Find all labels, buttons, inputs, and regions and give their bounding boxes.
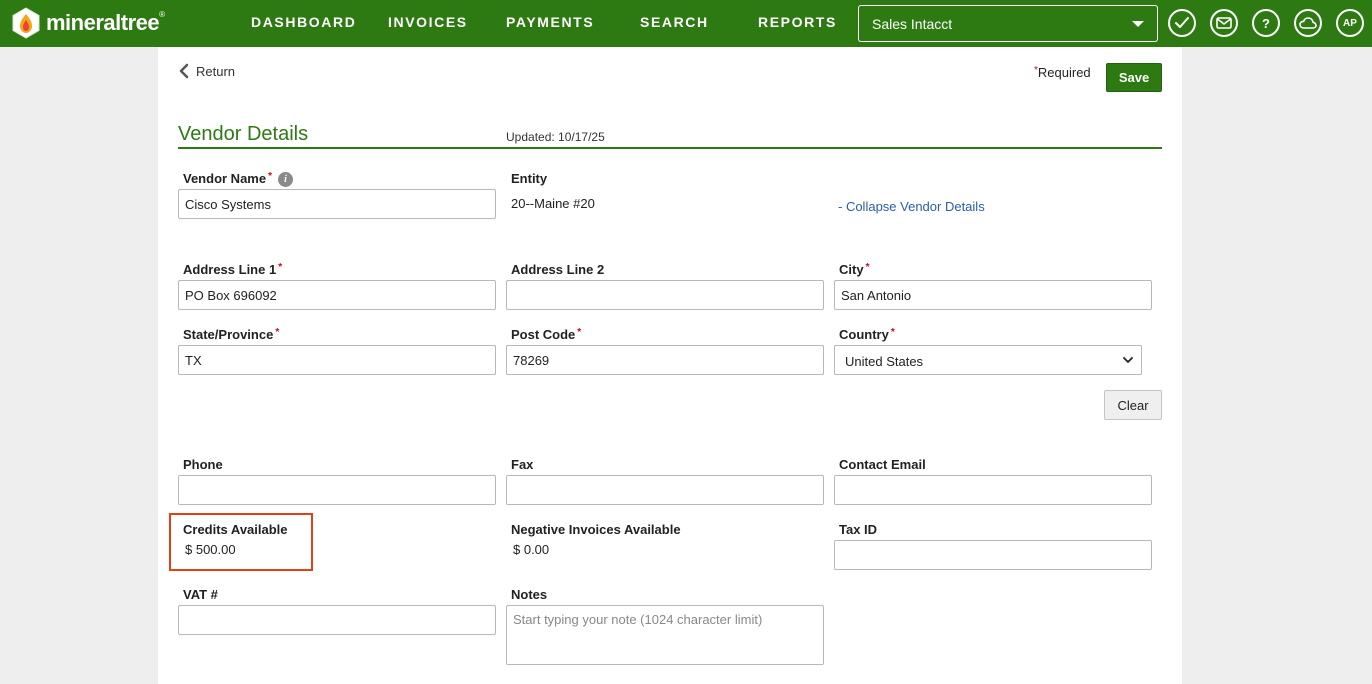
address2-input[interactable] [506,280,824,310]
fax-input[interactable] [506,475,824,505]
section-title: Vendor Details [178,123,309,145]
nav-invoices[interactable]: INVOICES [388,14,468,30]
contact-email-input[interactable] [834,475,1152,505]
caret-down-icon [1132,21,1144,27]
save-button[interactable]: Save [1106,63,1162,92]
phone-input[interactable] [178,475,496,505]
nav-payments[interactable]: PAYMENTS [506,14,594,30]
entity-selector[interactable]: Sales Intacct [858,5,1158,42]
entity-label: Entity [511,171,548,186]
notes-textarea[interactable] [506,605,824,665]
top-nav-bar: mineraltree® DASHBOARD INVOICES PAYMENTS… [0,0,1372,47]
nav-reports[interactable]: REPORTS [758,14,837,30]
help-glyph: ? [1262,15,1270,31]
negative-invoices-value: $ 0.00 [513,542,550,557]
cloud-icon[interactable] [1294,9,1322,37]
city-input[interactable] [834,280,1152,310]
vendor-name-input[interactable] [178,189,496,219]
phone-label: Phone [183,457,223,472]
credits-available-label: Credits Available [183,522,288,537]
checkmark-icon[interactable] [1168,9,1196,37]
mineraltree-logo[interactable]: mineraltree® [10,6,165,40]
required-label: Required [1037,65,1091,80]
help-icon[interactable]: ? [1252,9,1280,37]
fax-label: Fax [511,457,534,472]
required-note: *Required [1034,65,1091,80]
chevron-left-icon [179,63,189,79]
country-select-value: United States [845,354,924,369]
chevron-down-icon [1123,357,1133,363]
user-avatar[interactable]: AP [1336,9,1364,37]
collapse-vendor-details-link[interactable]: - Collapse Vendor Details [838,199,985,214]
notes-label: Notes [511,587,548,602]
vat-input[interactable] [178,605,496,635]
nav-search[interactable]: SEARCH [640,14,709,30]
city-label: City * [839,262,870,277]
credits-available-value: $ 500.00 [185,542,236,557]
address2-label: Address Line 2 [511,262,605,277]
entity-value: 20--Maine #20 [511,196,595,211]
mail-icon[interactable] [1210,9,1238,37]
tax-id-label: Tax ID [839,522,878,537]
clear-button[interactable]: Clear [1104,390,1162,420]
post-code-label: Post Code * [511,327,582,342]
return-link[interactable]: Return [178,63,235,79]
nav-dashboard[interactable]: DASHBOARD [251,14,356,30]
section-divider [178,147,1162,149]
vendor-name-label: Vendor Name * i [183,171,293,188]
address1-label: Address Line 1 * [183,262,283,277]
info-icon[interactable]: i [278,172,293,188]
return-label: Return [196,63,236,79]
negative-invoices-label: Negative Invoices Available [511,522,681,537]
country-label: Country * [839,327,895,342]
updated-date: Updated: 10/17/25 [506,130,605,144]
contact-email-label: Contact Email [839,457,926,472]
mineraltree-logo-icon [10,7,42,39]
country-select[interactable]: United States [834,345,1142,375]
entity-selector-value: Sales Intacct [872,16,953,32]
post-code-input[interactable] [506,345,824,375]
brand-name: mineraltree® [46,10,165,35]
user-initials: AP [1343,17,1357,29]
state-label: State/Province * [183,327,280,342]
vat-label: VAT # [183,587,218,602]
address1-input[interactable] [178,280,496,310]
tax-id-input[interactable] [834,540,1152,570]
state-input[interactable] [178,345,496,375]
